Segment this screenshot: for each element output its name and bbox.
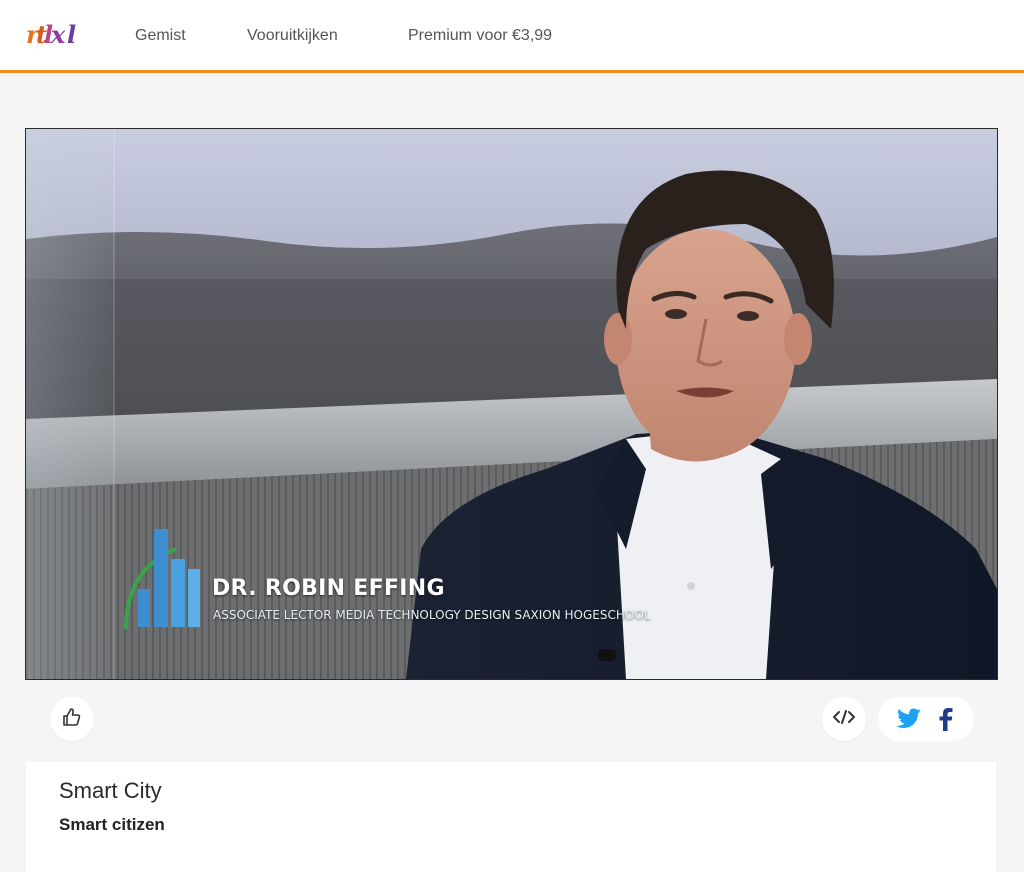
nav-premium[interactable]: Premium voor €3,99 — [408, 27, 552, 45]
twitter-icon[interactable] — [896, 708, 922, 730]
speaker-title: ASSOCIATE LECTOR MEDIA TECHNOLOGY DESIGN… — [213, 608, 651, 622]
top-navigation-bar: r t l x l Gemist Vooruitkijken Premium v… — [0, 0, 1024, 73]
code-icon — [832, 709, 856, 730]
episode-title: Smart citizen — [59, 815, 165, 834]
thumbs-up-icon — [62, 707, 82, 732]
program-title: Smart City — [59, 778, 162, 803]
share-buttons — [878, 697, 974, 741]
program-info-card: Smart City Smart citizen — [26, 762, 996, 872]
speaker-name: DR. ROBIN EFFING — [212, 576, 445, 601]
svg-text:l: l — [67, 20, 76, 49]
rtlxl-logo[interactable]: r t l x l — [26, 20, 94, 52]
svg-text:x: x — [50, 20, 66, 49]
facebook-icon[interactable] — [936, 707, 956, 731]
nav-vooruitkijken[interactable]: Vooruitkijken — [247, 27, 338, 45]
like-button[interactable] — [50, 697, 94, 741]
nav-gemist[interactable]: Gemist — [135, 27, 186, 45]
video-frame — [26, 129, 997, 679]
video-player[interactable]: DR. ROBIN EFFING ASSOCIATE LECTOR MEDIA … — [26, 129, 997, 679]
embed-button[interactable] — [822, 697, 866, 741]
